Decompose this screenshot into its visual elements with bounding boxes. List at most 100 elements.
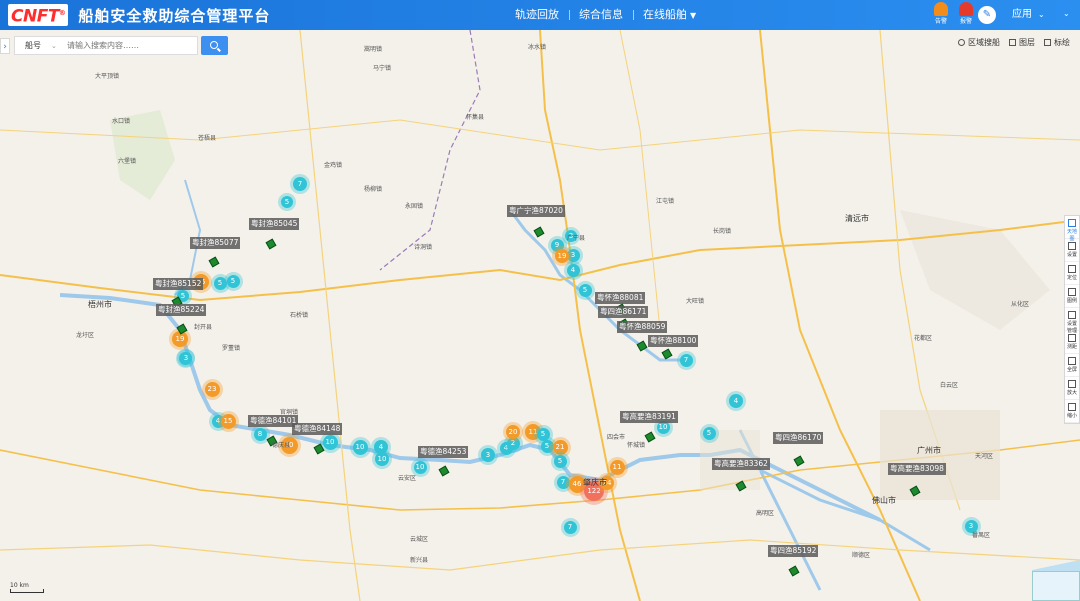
app-menu[interactable]: 应用 ⌄ bbox=[1012, 0, 1045, 30]
plus-icon bbox=[1068, 380, 1076, 388]
locate-button[interactable]: 定位 bbox=[1065, 262, 1079, 285]
ship-cluster[interactable]: 7 bbox=[563, 520, 577, 534]
ship-cluster[interactable]: 5 bbox=[578, 283, 592, 297]
app-header: CNFT® 船舶安全救助综合管理平台 轨迹回放 综合信息 在线船舶 ▼ 告警 报警… bbox=[0, 0, 1080, 30]
ship-cluster[interactable]: 10 bbox=[413, 460, 427, 474]
ship-cluster[interactable]: 4 bbox=[729, 394, 743, 408]
fullscreen-button[interactable]: 全屏 bbox=[1065, 354, 1079, 377]
place-name: 广州市 bbox=[917, 446, 941, 455]
ship-cluster[interactable]: 5 bbox=[281, 196, 293, 208]
search-type-select[interactable]: 船号 ⌄ bbox=[15, 40, 67, 51]
ship-cluster[interactable]: 7 bbox=[556, 475, 570, 489]
cnft-logo: CNFT® bbox=[8, 4, 69, 26]
nav-online-ships[interactable]: 在线船舶 ▼ bbox=[633, 0, 706, 30]
place-name: 杨柳镇 bbox=[364, 186, 383, 193]
measure-button[interactable]: 测距 bbox=[1065, 331, 1079, 354]
ship-label[interactable]: 粤封渔85224 bbox=[156, 304, 207, 316]
basemap-button[interactable]: 天地图 bbox=[1065, 216, 1079, 242]
ship-label[interactable]: 粤高要渔83098 bbox=[888, 463, 946, 475]
place-name: 怀集县 bbox=[466, 114, 485, 121]
ship-label[interactable]: 粤德渔84101 bbox=[248, 415, 299, 427]
alarm-orange-icon[interactable]: 告警 bbox=[930, 1, 952, 25]
place-name: 肇庆市 bbox=[583, 478, 607, 487]
ship-label[interactable]: 粤四渔86170 bbox=[773, 432, 824, 444]
place-name: 永固镇 bbox=[405, 203, 424, 210]
alarm-red-icon[interactable]: 报警 bbox=[955, 1, 977, 25]
settings-manage-button[interactable]: 设置管理 bbox=[1065, 308, 1079, 334]
place-name: 新兴县 bbox=[410, 557, 429, 564]
place-name: 怀城镇 bbox=[627, 442, 646, 449]
pen-icon bbox=[1044, 39, 1051, 46]
draw-tool[interactable]: 标绘 bbox=[1044, 37, 1070, 48]
place-name: 梧州市 bbox=[88, 300, 112, 309]
minus-icon bbox=[1068, 403, 1076, 411]
ship-label[interactable]: 粤高要渔83191 bbox=[620, 411, 678, 423]
avatar[interactable]: ✎ bbox=[978, 6, 996, 24]
place-name: 大平顶镇 bbox=[95, 73, 120, 80]
ship-label[interactable]: 粤四渔85192 bbox=[768, 545, 819, 557]
ship-label[interactable]: 粤德渔84253 bbox=[418, 446, 469, 458]
ship-label[interactable]: 粤封渔85045 bbox=[249, 218, 300, 230]
ship-label[interactable]: 粤高要渔83362 bbox=[712, 458, 770, 470]
ship-cluster[interactable]: 3 bbox=[481, 448, 495, 462]
ship-label[interactable]: 粤怀渔88081 bbox=[595, 292, 646, 304]
ship-cluster[interactable]: 5 bbox=[540, 439, 554, 453]
ship-label[interactable]: 粤封渔85077 bbox=[190, 237, 241, 249]
layer-icon bbox=[1009, 39, 1016, 46]
zoom-in-button[interactable]: 放大 bbox=[1065, 377, 1079, 400]
legend-button[interactable]: 图例 bbox=[1065, 285, 1079, 308]
chevron-down-icon: ⌄ bbox=[51, 42, 57, 50]
overview-minimap[interactable] bbox=[1032, 571, 1080, 601]
expand-icon[interactable]: ⌄ bbox=[1063, 9, 1070, 18]
ship-cluster[interactable]: 21 bbox=[552, 439, 568, 455]
layer-tool[interactable]: 图层 bbox=[1009, 37, 1035, 48]
ship-cluster[interactable]: 11 bbox=[609, 459, 625, 475]
ship-cluster[interactable]: 10 bbox=[352, 439, 368, 455]
ship-label[interactable]: 粤怀渔88059 bbox=[617, 321, 668, 333]
ship-cluster[interactable]: 7 bbox=[293, 177, 307, 191]
place-name: 天河区 bbox=[975, 453, 994, 460]
ship-cluster[interactable]: 7 bbox=[679, 353, 693, 367]
place-name: 马宁镇 bbox=[373, 65, 392, 72]
ship-label[interactable]: 粤怀渔88100 bbox=[648, 335, 699, 347]
main-nav: 轨迹回放 综合信息 在线船舶 ▼ bbox=[505, 0, 706, 30]
area-search-tool[interactable]: 区域搜船 bbox=[958, 37, 1000, 48]
ship-cluster[interactable]: 4 bbox=[566, 263, 580, 277]
sidebar-toggle[interactable]: › bbox=[0, 38, 10, 54]
zoom-out-button[interactable]: 缩小 bbox=[1065, 400, 1079, 423]
ship-cluster[interactable]: 15 bbox=[220, 413, 236, 429]
scale-bar: 10 km bbox=[10, 582, 44, 593]
place-name: 封开县 bbox=[194, 324, 213, 331]
place-name: 四会市 bbox=[607, 434, 626, 441]
place-name: 冰水镇 bbox=[528, 44, 547, 51]
ship-cluster[interactable]: 20 bbox=[506, 425, 520, 439]
ship-cluster[interactable]: 5 bbox=[702, 426, 716, 440]
ship-cluster[interactable]: 5 bbox=[213, 276, 227, 290]
map-canvas[interactable]: 7551555193234158201010410103422011552157… bbox=[0, 30, 1080, 601]
ship-cluster[interactable]: 5 bbox=[226, 274, 240, 288]
ship-label[interactable]: 粤德渔84148 bbox=[292, 423, 343, 435]
search-button[interactable] bbox=[201, 36, 228, 55]
ship-label[interactable]: 粤广宁渔87020 bbox=[507, 205, 565, 217]
nav-track-playback[interactable]: 轨迹回放 bbox=[505, 0, 569, 30]
place-name: 番禺区 bbox=[972, 532, 991, 539]
ship-cluster[interactable]: 5 bbox=[536, 427, 550, 441]
ship-cluster[interactable]: 23 bbox=[204, 381, 220, 397]
ship-cluster[interactable]: 10 bbox=[322, 434, 338, 450]
ship-cluster[interactable]: 5 bbox=[553, 454, 567, 468]
settings-button[interactable]: 设置 bbox=[1065, 239, 1079, 262]
ship-label[interactable]: 粤四渔86171 bbox=[598, 306, 649, 318]
fullscreen-icon bbox=[1068, 357, 1076, 365]
globe-icon bbox=[1068, 219, 1076, 227]
nav-comprehensive-info[interactable]: 综合信息 bbox=[569, 0, 633, 30]
place-name: 长岗镇 bbox=[713, 228, 732, 235]
ship-cluster[interactable]: 10 bbox=[375, 452, 389, 466]
chevron-down-icon: ▼ bbox=[690, 11, 697, 20]
place-name: 清远市 bbox=[845, 214, 869, 223]
place-name: 官垌镇 bbox=[280, 409, 299, 416]
search-input[interactable] bbox=[67, 41, 197, 50]
ship-label[interactable]: 粤封渔85152 bbox=[153, 278, 204, 290]
ship-cluster[interactable]: 8 bbox=[253, 427, 267, 441]
ship-cluster[interactable]: 3 bbox=[180, 352, 192, 364]
ship-cluster[interactable]: 19 bbox=[555, 249, 569, 263]
